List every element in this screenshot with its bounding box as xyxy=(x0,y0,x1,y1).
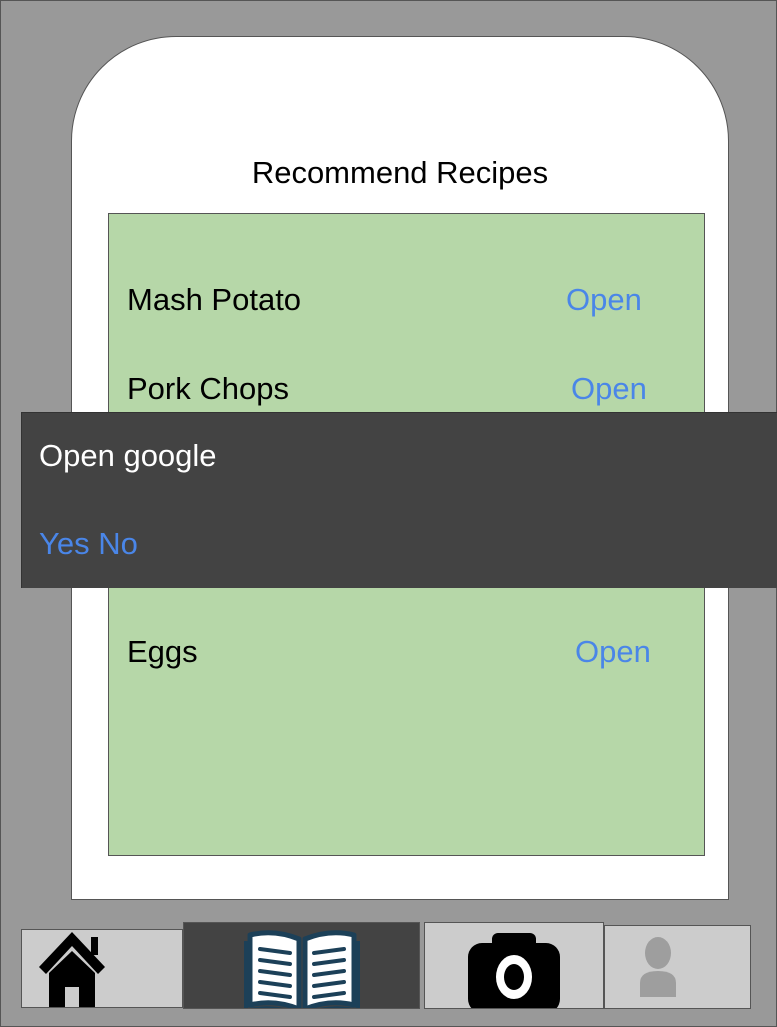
open-recipe-pork-chops-link[interactable]: Open xyxy=(571,371,647,407)
tab-profile[interactable] xyxy=(604,925,751,1009)
camera-icon xyxy=(468,932,560,1008)
home-icon xyxy=(39,931,105,1007)
dialog-no-button[interactable]: No xyxy=(98,526,138,561)
open-recipe-eggs-link[interactable]: Open xyxy=(575,634,651,670)
open-google-dialog: Open google Yes No xyxy=(21,412,777,588)
person-icon xyxy=(639,937,676,997)
tab-home[interactable] xyxy=(21,929,183,1008)
open-recipe-mash-potato-link[interactable]: Open xyxy=(566,282,642,318)
tab-recipes[interactable] xyxy=(183,922,420,1009)
recipe-name-eggs: Eggs xyxy=(127,634,198,669)
tab-camera[interactable] xyxy=(424,922,604,1009)
book-icon xyxy=(243,929,360,1008)
recipe-name-mash-potato: Mash Potato xyxy=(127,282,302,317)
recipe-name-pork-chops: Pork Chops xyxy=(127,371,289,406)
dialog-title: Open google xyxy=(39,438,217,473)
dialog-actions: Yes No xyxy=(39,526,138,562)
page-title: Recommend Recipes xyxy=(251,155,549,190)
dialog-yes-button[interactable]: Yes xyxy=(39,526,90,561)
